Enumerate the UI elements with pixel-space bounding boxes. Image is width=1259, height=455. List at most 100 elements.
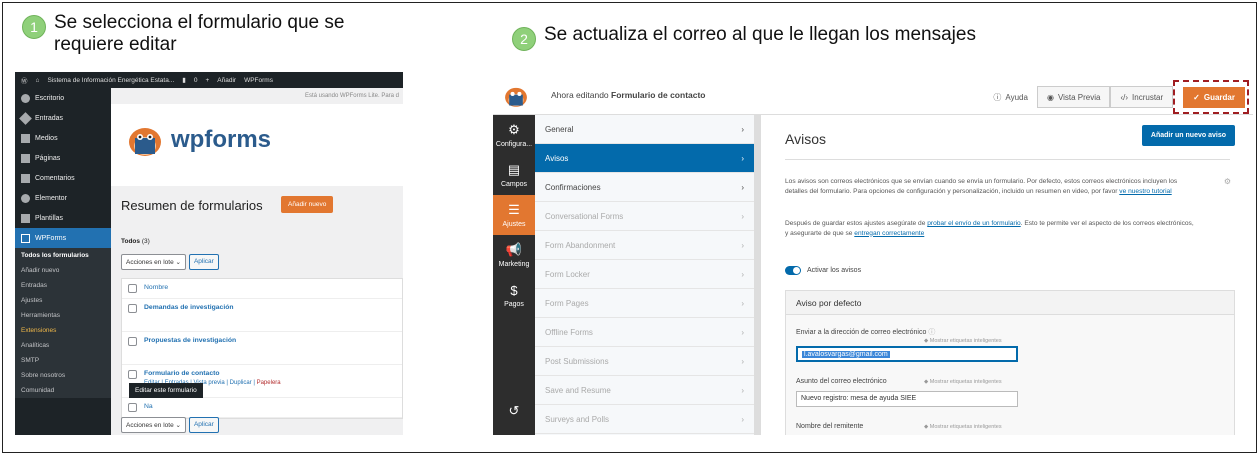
settings-gear-icon[interactable]: ⚙ <box>1224 177 1231 186</box>
embed-button[interactable]: ‹/› Incrustar <box>1110 86 1174 108</box>
leftbar-marketing[interactable]: 📢 Marketing <box>493 235 535 275</box>
sidebar-item-paginas[interactable]: Páginas <box>15 148 111 168</box>
leftbar-settings[interactable]: ☰ Ajustes <box>493 195 535 235</box>
revisions-button[interactable]: ↺ <box>493 391 535 431</box>
submenu-analytics[interactable]: Analíticas <box>15 338 111 353</box>
section-save-resume[interactable]: Save and Resume › <box>535 376 754 405</box>
leftbar-fields[interactable]: ▤ Campos <box>493 155 535 195</box>
step-text: Se actualiza el correo al que le llegan … <box>544 24 976 45</box>
section-form-abandonment[interactable]: Form Abandonment › <box>535 231 754 260</box>
section-form-locker[interactable]: Form Locker › <box>535 260 754 289</box>
column-name-header[interactable]: Nombre <box>144 284 168 291</box>
sidebar-item-escritorio[interactable]: Escritorio <box>15 88 111 108</box>
sidebar-item-comentarios[interactable]: Comentarios <box>15 168 111 188</box>
submenu-extensions[interactable]: Extensiones <box>15 323 111 338</box>
sidebar-item-entradas[interactable]: Entradas <box>15 108 111 128</box>
comment-icon[interactable]: ▮ <box>182 76 186 84</box>
sidebar-item-wpforms[interactable]: WPForms <box>15 228 111 248</box>
trash-link[interactable]: Papelera <box>257 380 281 386</box>
wordpress-icon[interactable]: Ⓦ <box>21 75 28 85</box>
submenu-add-new[interactable]: Añadir nuevo <box>15 263 111 278</box>
leftbar-setup[interactable]: ⚙ Configura... <box>493 115 535 155</box>
pin-icon <box>19 111 32 125</box>
subject-input[interactable]: Nuevo registro: mesa de ayuda SIEE <box>796 391 1018 407</box>
section-confirmations[interactable]: Confirmaciones › <box>535 173 754 202</box>
submenu-about[interactable]: Sobre nosotros <box>15 368 111 383</box>
section-notifications[interactable]: Avisos › <box>535 144 754 173</box>
submenu-settings[interactable]: Ajustes <box>15 293 111 308</box>
step-2-caption: 2 Se actualiza el correo al que le llega… <box>512 24 1112 51</box>
section-conversational-forms[interactable]: Conversational Forms › <box>535 202 754 231</box>
wpforms-header: wpforms <box>111 104 403 186</box>
toggle-switch[interactable] <box>785 266 801 275</box>
sidebar-item-plantillas[interactable]: Plantillas <box>15 208 111 228</box>
smart-tags-link[interactable]: ◆ Mostrar etiquetas inteligentes <box>924 424 1002 430</box>
table-row: Demandas de investigación <box>122 299 402 332</box>
column-name-footer[interactable]: Na <box>144 403 153 410</box>
wpforms-link[interactable]: WPForms <box>244 77 273 84</box>
form-link[interactable]: Propuestas de investigación <box>144 337 236 344</box>
test-paragraph: Después de guardar estos ajustes asegúra… <box>785 220 1194 237</box>
chevron-right-icon: › <box>741 298 744 308</box>
bulk-actions-select[interactable]: Acciones en lote ⌄ <box>121 417 186 433</box>
sliders-icon: ☰ <box>508 202 520 217</box>
preview-button[interactable]: ◉ Vista Previa <box>1036 86 1111 108</box>
select-all-checkbox[interactable] <box>128 403 137 412</box>
site-name-link[interactable]: Sistema de Información Energética Estata… <box>47 77 174 84</box>
edit-tooltip: Editar este formulario <box>129 383 203 398</box>
apply-button[interactable]: Aplicar <box>188 417 219 433</box>
section-surveys-polls[interactable]: Surveys and Polls › <box>535 405 754 434</box>
history-icon: ↺ <box>508 403 520 418</box>
select-all-checkbox[interactable] <box>128 284 137 293</box>
test-form-link[interactable]: probar el envío de un formulario <box>927 220 1020 227</box>
section-general[interactable]: General › <box>535 115 754 144</box>
form-link[interactable]: Demandas de investigación <box>144 304 234 311</box>
delivery-link[interactable]: entregan correctamente <box>854 230 924 237</box>
help-button[interactable]: ⓘ Ayuda <box>984 86 1037 108</box>
row-checkbox[interactable] <box>128 337 137 346</box>
send-to-email-input[interactable]: l.avalosvargas@gmail.com <box>796 346 1018 362</box>
help-icon[interactable]: ⓘ <box>928 329 935 336</box>
chevron-right-icon: › <box>741 182 744 192</box>
form-link[interactable]: Formulario de contacto <box>144 370 281 377</box>
submenu-community[interactable]: Comunidad <box>15 383 111 398</box>
step-number-badge: 2 <box>512 27 536 51</box>
wp-admin-screenshot: Ⓦ ⌂ Sistema de Información Energética Es… <box>15 72 403 435</box>
submenu-all-forms[interactable]: Todos los formularios <box>15 248 111 263</box>
tutorial-link[interactable]: ve nuestro tutorial <box>1119 188 1171 195</box>
builder-toolbar: Ahora editando Formulario de contacto ⓘ A… <box>493 77 1253 115</box>
chevron-right-icon: › <box>741 124 744 134</box>
row-checkbox[interactable] <box>128 304 137 313</box>
chevron-right-icon: › <box>741 153 744 163</box>
section-form-pages[interactable]: Form Pages › <box>535 289 754 318</box>
section-offline-forms[interactable]: Offline Forms › <box>535 318 754 347</box>
submenu-entries[interactable]: Entradas <box>15 278 111 293</box>
add-new-button[interactable]: Añadir nuevo <box>281 196 334 213</box>
notifications-toggle[interactable]: Activar los avisos <box>785 266 861 275</box>
home-icon: ⌂ <box>35 76 40 84</box>
intro-paragraph: Los avisos son correos electrónicos que … <box>785 178 1178 195</box>
wpforms-mascot-icon <box>505 87 527 107</box>
filter-all[interactable]: Todos (3) <box>121 238 150 245</box>
comments-count[interactable]: 0 <box>194 77 198 84</box>
bulk-actions-select[interactable]: Acciones en lote ⌄ <box>121 254 186 270</box>
submenu-smtp[interactable]: SMTP <box>15 353 111 368</box>
apply-button[interactable]: Aplicar <box>188 254 219 270</box>
sidebar-item-elementor[interactable]: Elementor <box>15 188 111 208</box>
subject-label: Asunto del correo electrónico <box>796 378 887 385</box>
add-new-link[interactable]: Añadir <box>217 77 236 84</box>
media-icon <box>21 133 30 143</box>
chevron-right-icon: › <box>741 211 744 221</box>
row-checkbox[interactable] <box>128 370 137 379</box>
add-notification-button[interactable]: Añadir un nuevo aviso <box>1141 125 1235 146</box>
table-footer: Na <box>122 398 402 418</box>
smart-tags-link[interactable]: ◆ Mostrar etiquetas inteligentes <box>924 338 1002 344</box>
sidebar-item-medios[interactable]: Medios <box>15 128 111 148</box>
leftbar-payments[interactable]: $ Pagos <box>493 275 535 315</box>
section-post-submissions[interactable]: Post Submissions › <box>535 347 754 376</box>
duplicate-link[interactable]: Duplicar <box>230 380 252 386</box>
builder-leftbar: ⚙ Configura... ▤ Campos ☰ Ajustes 📢 Marketin… <box>493 115 535 435</box>
smart-tags-link[interactable]: ◆ Mostrar etiquetas inteligentes <box>924 379 1002 385</box>
submenu-tools[interactable]: Herramientas <box>15 308 111 323</box>
elementor-icon <box>21 193 30 203</box>
